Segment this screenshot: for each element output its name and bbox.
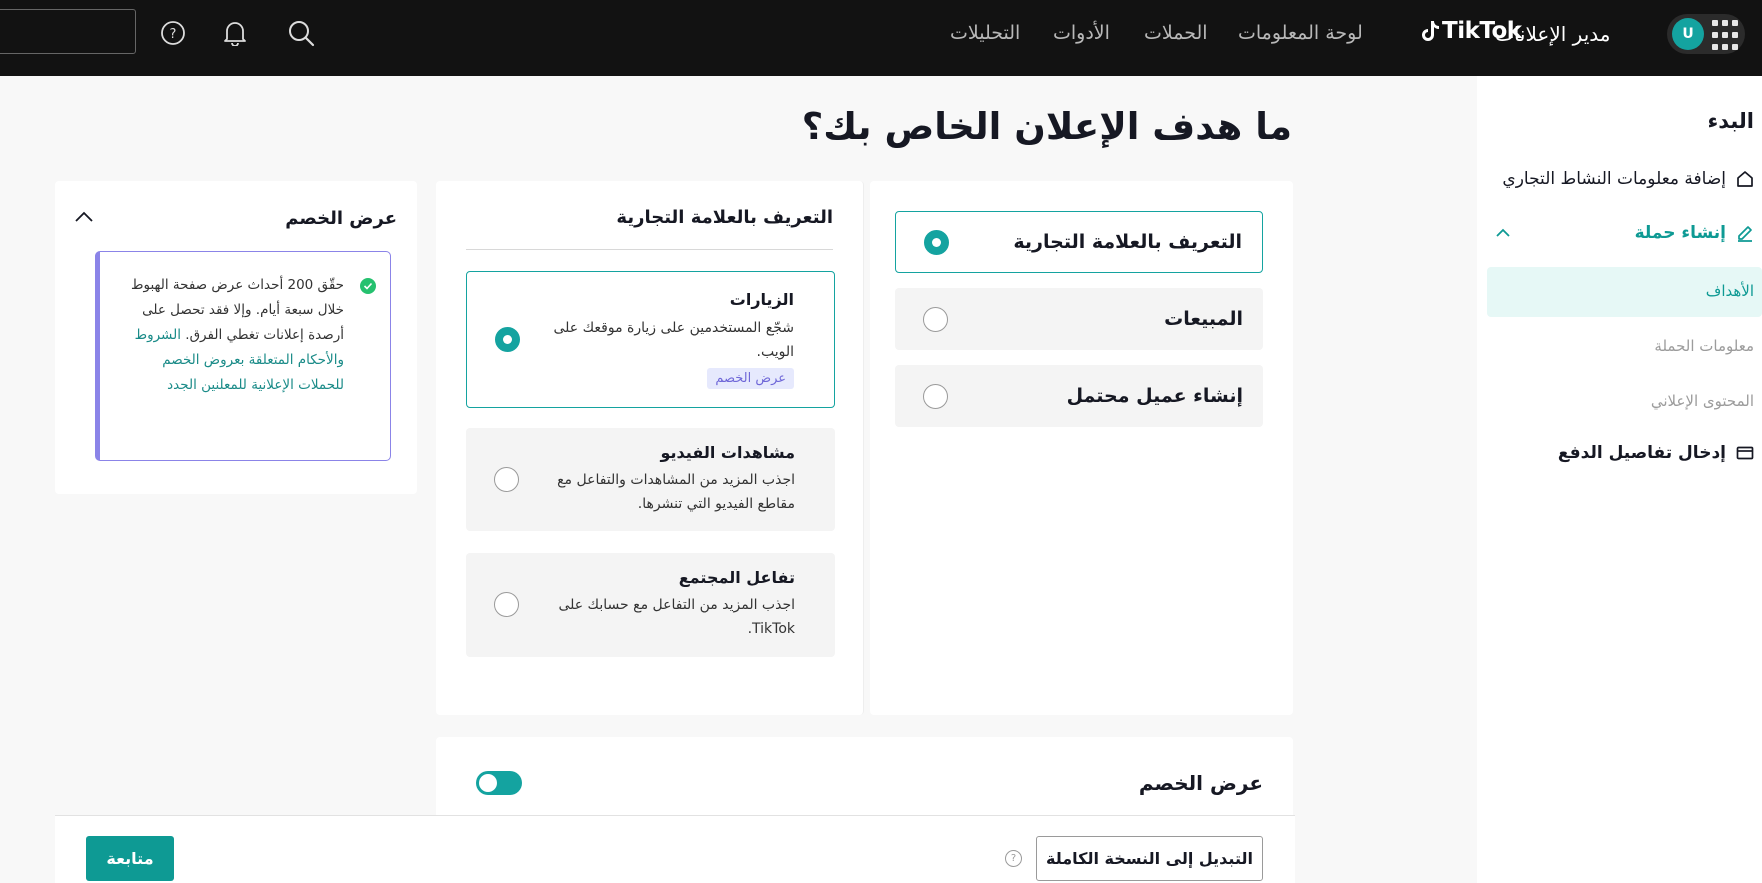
objective-option-video-views[interactable]: مشاهدات الفيديو اجذب المزيد من المشاهدات…: [466, 428, 835, 531]
nav-campaigns[interactable]: الحملات: [1144, 22, 1208, 44]
radio-button[interactable]: [923, 383, 948, 409]
continue-button[interactable]: متابعة: [86, 836, 174, 881]
sidebar-title: البدء: [1707, 109, 1754, 133]
pencil-icon: [1738, 226, 1752, 242]
goal-option-brand-awareness[interactable]: التعريف بالعلامة التجارية: [895, 211, 1263, 273]
objective-option-community-interaction[interactable]: تفاعل المجتمع اجذب المزيد من التفاعل مع …: [466, 553, 835, 657]
discount-badge: عرض الخصم: [707, 368, 794, 389]
nav-dashboard[interactable]: لوحة المعلومات: [1238, 22, 1363, 44]
avatar[interactable]: U: [1672, 18, 1704, 50]
top-navigation-bar: ? التحليلات الأدوات الحملات لوحة المعلوم…: [0, 0, 1762, 76]
switch-to-full-version-button[interactable]: التبديل إلى النسخة الكاملة: [1036, 836, 1263, 881]
help-icon[interactable]: ?: [1005, 850, 1022, 867]
objective-card: التعريف بالعلامة التجارية الزيارات شجّع …: [436, 181, 864, 715]
check-circle-icon: [360, 278, 376, 294]
divider: [466, 249, 833, 250]
radio-button[interactable]: [923, 306, 948, 332]
chevron-up-icon[interactable]: [75, 211, 93, 223]
goal-label: إنشاء عميل محتمل: [1066, 385, 1243, 407]
nav-tools[interactable]: الأدوات: [1053, 22, 1110, 44]
radio-button[interactable]: [924, 229, 949, 255]
apps-grid-icon[interactable]: [1712, 20, 1744, 52]
bell-icon[interactable]: [220, 18, 250, 48]
objective-description: اجذب المزيد من التفاعل مع حسابك على TikT…: [558, 597, 795, 637]
home-icon: [1737, 171, 1753, 187]
sidebar-item-label: إنشاء حملة: [1634, 223, 1726, 243]
account-selector[interactable]: [0, 9, 136, 54]
sidebar-item-payment[interactable]: إدخال تفاصيل الدفع: [1558, 443, 1754, 463]
setup-sidebar: البدء إضافة معلومات النشاط التجاري إنشاء…: [1477, 76, 1762, 883]
objective-title: مشاهدات الفيديو: [660, 443, 795, 462]
sidebar-item-label: إضافة معلومات النشاط التجاري: [1502, 169, 1726, 189]
promo-info-box: حقّق 200 أحداث عرض صفحة الهبوط خلال سبعة…: [95, 251, 391, 461]
goal-label: التعريف بالعلامة التجارية: [1013, 231, 1242, 253]
tiktok-note-icon: [1422, 21, 1439, 41]
chevron-up-icon[interactable]: [1495, 226, 1510, 240]
ads-manager-title: مدير الإعلانات: [1495, 22, 1611, 46]
objective-title: الزيارات: [729, 290, 794, 309]
sidebar-subitem-campaign-info[interactable]: معلومات الحملة: [1654, 337, 1754, 355]
promo-heading: عرض الخصم: [285, 208, 397, 229]
card-icon: [1736, 446, 1754, 460]
goal-card: التعريف بالعلامة التجارية المبيعات إنشاء…: [870, 181, 1293, 715]
sidebar-item-create-campaign[interactable]: إنشاء حملة: [1495, 223, 1754, 243]
nav-analytics[interactable]: التحليلات: [950, 22, 1020, 44]
page-title: ما هدف الإعلان الخاص بك؟: [801, 105, 1292, 148]
objective-option-traffic[interactable]: الزيارات شجّع المستخدمين على زيارة موقعك…: [466, 271, 835, 408]
discount-toggle[interactable]: [476, 771, 522, 795]
objective-title: تفاعل المجتمع: [678, 568, 795, 587]
footer-action-bar: متابعة ? التبديل إلى النسخة الكاملة: [55, 815, 1295, 883]
sidebar-item-label: إدخال تفاصيل الدفع: [1557, 443, 1726, 463]
svg-text:?: ?: [170, 27, 177, 42]
radio-button[interactable]: [494, 592, 519, 617]
goal-option-lead-generation[interactable]: إنشاء عميل محتمل: [895, 365, 1263, 427]
radio-button[interactable]: [494, 467, 519, 492]
promo-card: عرض الخصم حقّق 200 أحداث عرض صفحة الهبوط…: [55, 181, 417, 494]
search-icon[interactable]: [286, 18, 316, 48]
discount-heading: عرض الخصم: [1138, 771, 1263, 795]
help-icon[interactable]: ?: [158, 18, 188, 48]
objective-description: شجّع المستخدمين على زيارة موقعك على الوي…: [553, 320, 794, 360]
radio-button[interactable]: [495, 327, 520, 352]
goal-label: المبيعات: [1164, 308, 1243, 330]
objective-heading: التعريف بالعلامة التجارية: [616, 207, 833, 228]
objective-description: اجذب المزيد من المشاهدات والتفاعل مع مقا…: [557, 472, 795, 512]
sidebar-item-business-info[interactable]: إضافة معلومات النشاط التجاري: [1502, 169, 1754, 189]
sidebar-subitem-objectives[interactable]: الأهداف: [1706, 282, 1754, 300]
promo-text-block: حقّق 200 أحداث عرض صفحة الهبوط خلال سبعة…: [118, 273, 344, 398]
goal-option-sales[interactable]: المبيعات: [895, 288, 1263, 350]
sidebar-subitem-ad-creative[interactable]: المحتوى الإعلاني: [1651, 392, 1754, 410]
